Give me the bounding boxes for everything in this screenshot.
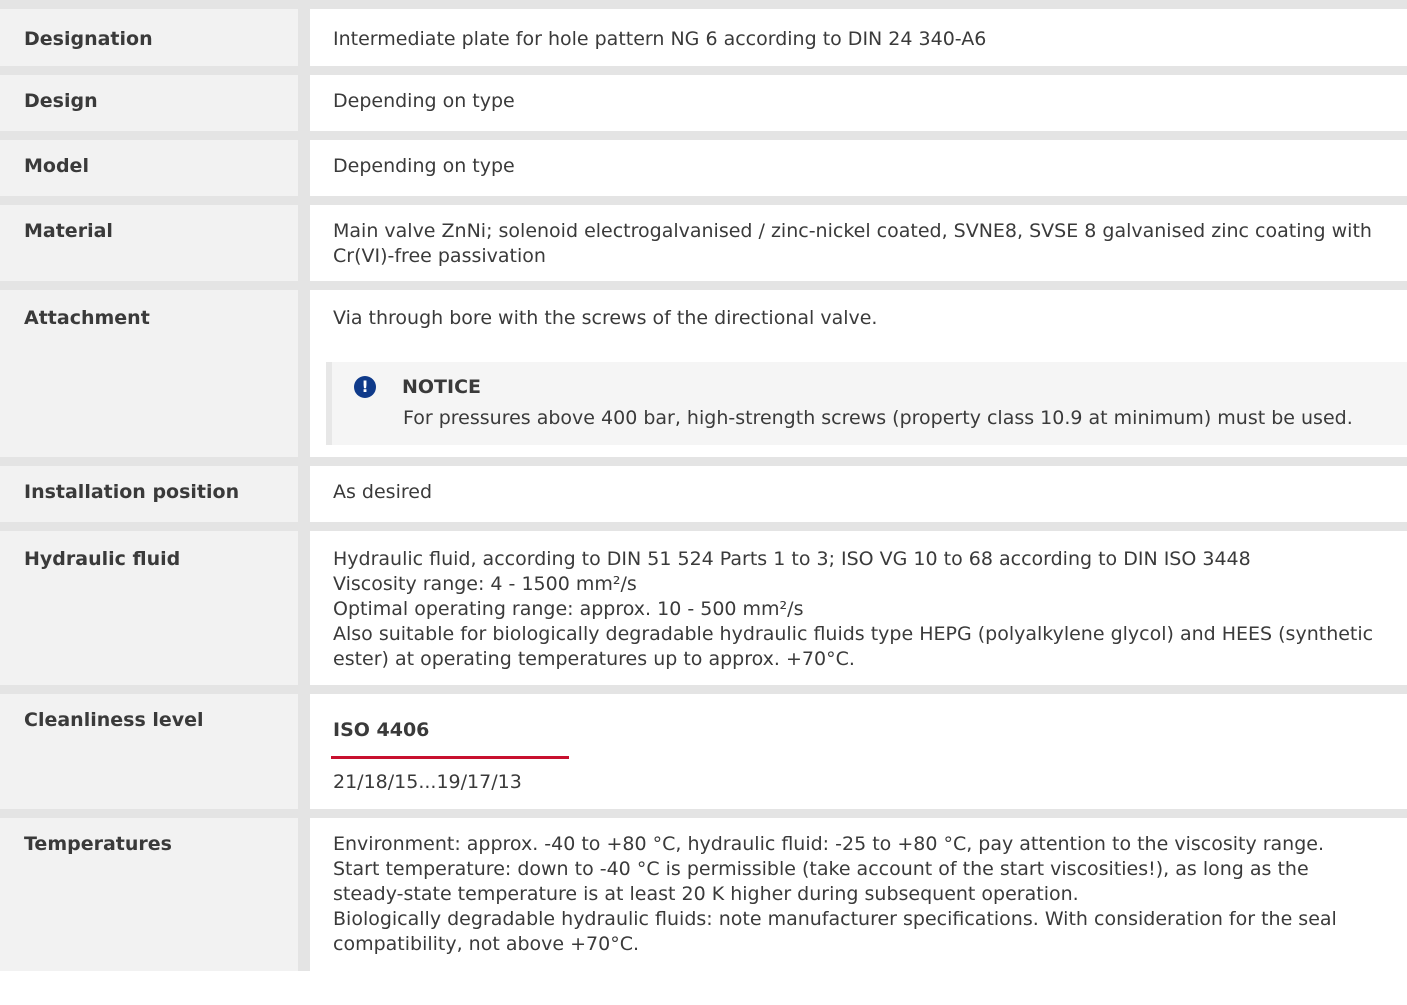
notice-box: ! NOTICE For pressures above 400 bar, hi…: [326, 362, 1407, 445]
row-value: ISO 4406 21/18/15...19/17/13: [310, 694, 1407, 809]
value-line: Cr(VI)-free passivation: [333, 245, 546, 267]
iso-standard-heading: ISO 4406: [331, 718, 569, 759]
row-label: Installation position: [0, 466, 298, 522]
notice-title: NOTICE: [402, 376, 482, 398]
value-line: Environment: approx. -40 to +80 °C, hydr…: [333, 833, 1325, 855]
row-label: Model: [0, 140, 298, 196]
table-row-design: Design Depending on type: [0, 75, 1407, 131]
table-row-material: Material Main valve ZnNi; solenoid elect…: [0, 205, 1407, 281]
table-row-designation: Designation Intermediate plate for hole …: [0, 9, 1407, 66]
row-label: Temperatures: [0, 818, 298, 971]
value-line: Main valve ZnNi; solenoid electrogalvani…: [333, 220, 1372, 242]
row-value: Depending on type: [310, 75, 1407, 131]
value-line: Optimal operating range: approx. 10 - 50…: [333, 598, 804, 620]
table-row-model: Model Depending on type: [0, 140, 1407, 196]
cleanliness-value: 21/18/15...19/17/13: [333, 771, 522, 793]
value-line: ester) at operating temperatures up to a…: [333, 648, 855, 670]
value-line: Biologically degradable hydraulic fluids…: [333, 908, 1337, 930]
row-label: Cleanliness level: [0, 694, 298, 809]
row-value: As desired: [310, 466, 1407, 522]
row-label: Attachment: [0, 290, 298, 457]
row-label: Designation: [0, 9, 298, 66]
row-value: Depending on type: [310, 140, 1407, 196]
table-row-temperatures: Temperatures Environment: approx. -40 to…: [0, 818, 1407, 971]
row-value: Via through bore with the screws of the …: [310, 290, 1407, 457]
row-label: Hydraulic fluid: [0, 531, 298, 685]
table-row-installation-position: Installation position As desired: [0, 466, 1407, 522]
row-value: Intermediate plate for hole pattern NG 6…: [310, 9, 1407, 66]
value-line: Viscosity range: 4 - 1500 mm²/s: [333, 573, 637, 595]
row-value: Main valve ZnNi; solenoid electrogalvani…: [310, 205, 1407, 281]
row-label: Design: [0, 75, 298, 131]
notice-text: For pressures above 400 bar, high-streng…: [403, 407, 1353, 429]
row-value: Environment: approx. -40 to +80 °C, hydr…: [310, 818, 1407, 971]
exclamation-icon: !: [354, 376, 376, 398]
table-row-hydraulic-fluid: Hydraulic fluid Hydraulic fluid, accordi…: [0, 531, 1407, 685]
value-line: Hydraulic fluid, according to DIN 51 524…: [333, 548, 1251, 570]
value-line: steady-state temperature is at least 20 …: [333, 883, 1079, 905]
table-row-cleanliness-level: Cleanliness level ISO 4406 21/18/15...19…: [0, 694, 1407, 809]
value-line: compatibility, not above +70°C.: [333, 933, 640, 955]
spec-table: Designation Intermediate plate for hole …: [0, 0, 1407, 971]
value-line: Start temperature: down to -40 °C is per…: [333, 858, 1309, 880]
row-value: Hydraulic fluid, according to DIN 51 524…: [310, 531, 1407, 685]
notice-header: ! NOTICE: [354, 375, 1407, 399]
value-line: Also suitable for biologically degradabl…: [333, 623, 1374, 645]
row-label: Material: [0, 205, 298, 281]
table-row-attachment: Attachment Via through bore with the scr…: [0, 290, 1407, 457]
value-line: Via through bore with the screws of the …: [333, 307, 878, 329]
